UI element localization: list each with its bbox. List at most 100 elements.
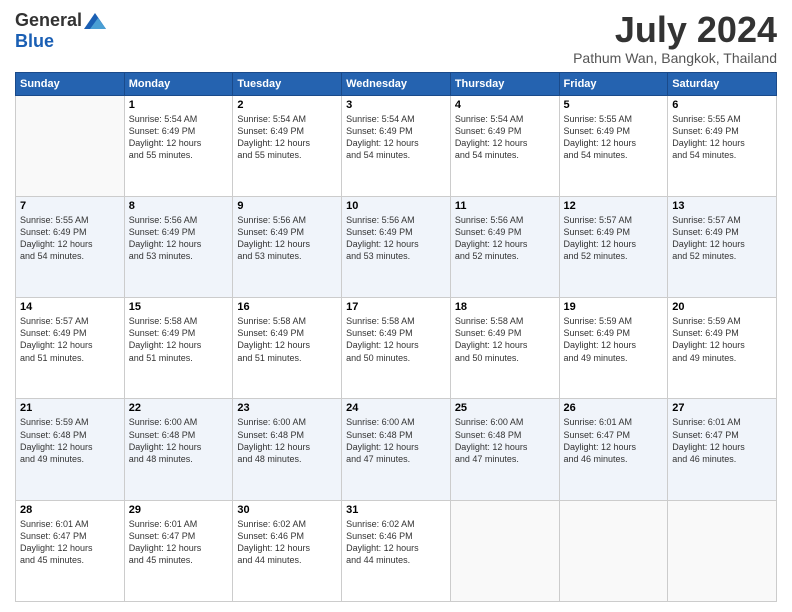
day-number: 29 bbox=[129, 504, 229, 516]
day-info: Sunrise: 5:57 AMSunset: 6:49 PMDaylight:… bbox=[20, 315, 120, 364]
day-info: Sunrise: 5:58 AMSunset: 6:49 PMDaylight:… bbox=[346, 315, 446, 364]
table-row: 6 Sunrise: 5:55 AMSunset: 6:49 PMDaylight… bbox=[668, 95, 777, 196]
day-number: 27 bbox=[672, 402, 772, 414]
day-number: 14 bbox=[20, 301, 120, 313]
day-info: Sunrise: 5:55 AMSunset: 6:49 PMDaylight:… bbox=[564, 113, 664, 162]
day-info: Sunrise: 5:57 AMSunset: 6:49 PMDaylight:… bbox=[564, 214, 664, 263]
day-info: Sunrise: 5:56 AMSunset: 6:49 PMDaylight:… bbox=[237, 214, 337, 263]
day-number: 1 bbox=[129, 99, 229, 111]
table-row: 7 Sunrise: 5:55 AMSunset: 6:49 PMDaylight… bbox=[16, 196, 125, 297]
table-row: 23Sunrise: 6:00 AMSunset: 6:48 PMDayligh… bbox=[233, 399, 342, 500]
day-number: 21 bbox=[20, 402, 120, 414]
day-number: 11 bbox=[455, 200, 555, 212]
calendar-week-row: 28Sunrise: 6:01 AMSunset: 6:47 PMDayligh… bbox=[16, 500, 777, 601]
table-row bbox=[450, 500, 559, 601]
day-number: 10 bbox=[346, 200, 446, 212]
table-row: 19 Sunrise: 5:59 AMSunset: 6:49 PMDayligh… bbox=[559, 298, 668, 399]
location: Pathum Wan, Bangkok, Thailand bbox=[573, 50, 777, 66]
table-row: 13Sunrise: 5:57 AMSunset: 6:49 PMDayligh… bbox=[668, 196, 777, 297]
table-row bbox=[559, 500, 668, 601]
day-info: Sunrise: 5:56 AMSunset: 6:49 PMDaylight:… bbox=[346, 214, 446, 263]
page: General Blue July 2024 Pathum Wan, Bangk… bbox=[0, 0, 792, 612]
col-saturday: Saturday bbox=[668, 72, 777, 95]
col-wednesday: Wednesday bbox=[342, 72, 451, 95]
calendar-header-row: Sunday Monday Tuesday Wednesday Thursday… bbox=[16, 72, 777, 95]
day-number: 18 bbox=[455, 301, 555, 313]
day-number: 2 bbox=[237, 99, 337, 111]
day-info: Sunrise: 6:01 AMSunset: 6:47 PMDaylight:… bbox=[564, 416, 664, 465]
day-number: 25 bbox=[455, 402, 555, 414]
header: General Blue July 2024 Pathum Wan, Bangk… bbox=[15, 10, 777, 66]
table-row: 11 Sunrise: 5:56 AMSunset: 6:49 PMDayligh… bbox=[450, 196, 559, 297]
table-row: 5 Sunrise: 5:55 AMSunset: 6:49 PMDaylight… bbox=[559, 95, 668, 196]
day-info: Sunrise: 5:59 AMSunset: 6:49 PMDaylight:… bbox=[672, 315, 772, 364]
day-info: Sunrise: 6:01 AMSunset: 6:47 PMDaylight:… bbox=[20, 518, 120, 567]
day-number: 23 bbox=[237, 402, 337, 414]
calendar-table: Sunday Monday Tuesday Wednesday Thursday… bbox=[15, 72, 777, 602]
table-row: 17 Sunrise: 5:58 AMSunset: 6:49 PMDayligh… bbox=[342, 298, 451, 399]
table-row: 2 Sunrise: 5:54 AMSunset: 6:49 PMDaylight… bbox=[233, 95, 342, 196]
table-row: 16 Sunrise: 5:58 AMSunset: 6:49 PMDayligh… bbox=[233, 298, 342, 399]
day-number: 24 bbox=[346, 402, 446, 414]
table-row bbox=[16, 95, 125, 196]
day-number: 6 bbox=[672, 99, 772, 111]
table-row: 18 Sunrise: 5:58 AMSunset: 6:49 PMDayligh… bbox=[450, 298, 559, 399]
day-number: 12 bbox=[564, 200, 664, 212]
table-row: 31 Sunrise: 6:02 AMSunset: 6:46 PMDayligh… bbox=[342, 500, 451, 601]
day-info: Sunrise: 6:01 AMSunset: 6:47 PMDaylight:… bbox=[672, 416, 772, 465]
day-info: Sunrise: 5:55 AMSunset: 6:49 PMDaylight:… bbox=[20, 214, 120, 263]
day-number: 5 bbox=[564, 99, 664, 111]
col-sunday: Sunday bbox=[16, 72, 125, 95]
title-section: July 2024 Pathum Wan, Bangkok, Thailand bbox=[573, 10, 777, 66]
day-number: 22 bbox=[129, 402, 229, 414]
table-row: 14 Sunrise: 5:57 AMSunset: 6:49 PMDayligh… bbox=[16, 298, 125, 399]
col-monday: Monday bbox=[124, 72, 233, 95]
day-number: 3 bbox=[346, 99, 446, 111]
day-info: Sunrise: 5:57 AMSunset: 6:49 PMDaylight:… bbox=[672, 214, 772, 263]
table-row: 3Sunrise: 5:54 AMSunset: 6:49 PMDaylight… bbox=[342, 95, 451, 196]
day-number: 16 bbox=[237, 301, 337, 313]
day-info: Sunrise: 6:00 AMSunset: 6:48 PMDaylight:… bbox=[346, 416, 446, 465]
day-info: Sunrise: 5:59 AMSunset: 6:49 PMDaylight:… bbox=[564, 315, 664, 364]
day-info: Sunrise: 6:01 AMSunset: 6:47 PMDaylight:… bbox=[129, 518, 229, 567]
day-number: 15 bbox=[129, 301, 229, 313]
day-info: Sunrise: 5:56 AMSunset: 6:49 PMDaylight:… bbox=[129, 214, 229, 263]
table-row: 10 Sunrise: 5:56 AMSunset: 6:49 PMDayligh… bbox=[342, 196, 451, 297]
calendar-week-row: 21 Sunrise: 5:59 AMSunset: 6:48 PMDayligh… bbox=[16, 399, 777, 500]
day-info: Sunrise: 6:02 AMSunset: 6:46 PMDaylight:… bbox=[346, 518, 446, 567]
day-number: 31 bbox=[346, 504, 446, 516]
col-thursday: Thursday bbox=[450, 72, 559, 95]
table-row: 29 Sunrise: 6:01 AMSunset: 6:47 PMDayligh… bbox=[124, 500, 233, 601]
table-row: 22Sunrise: 6:00 AMSunset: 6:48 PMDayligh… bbox=[124, 399, 233, 500]
day-number: 17 bbox=[346, 301, 446, 313]
day-info: Sunrise: 5:55 AMSunset: 6:49 PMDaylight:… bbox=[672, 113, 772, 162]
day-number: 7 bbox=[20, 200, 120, 212]
table-row: 24 Sunrise: 6:00 AMSunset: 6:48 PMDayligh… bbox=[342, 399, 451, 500]
calendar-week-row: 1 Sunrise: 5:54 AMSunset: 6:49 PMDaylight… bbox=[16, 95, 777, 196]
table-row: 12 Sunrise: 5:57 AMSunset: 6:49 PMDayligh… bbox=[559, 196, 668, 297]
table-row: 26Sunrise: 6:01 AMSunset: 6:47 PMDayligh… bbox=[559, 399, 668, 500]
logo-blue-text: Blue bbox=[15, 31, 54, 52]
day-number: 20 bbox=[672, 301, 772, 313]
col-tuesday: Tuesday bbox=[233, 72, 342, 95]
table-row: 15Sunrise: 5:58 AMSunset: 6:49 PMDayligh… bbox=[124, 298, 233, 399]
logo-icon bbox=[84, 13, 106, 29]
day-info: Sunrise: 6:02 AMSunset: 6:46 PMDaylight:… bbox=[237, 518, 337, 567]
day-number: 19 bbox=[564, 301, 664, 313]
table-row: 30Sunrise: 6:02 AMSunset: 6:46 PMDayligh… bbox=[233, 500, 342, 601]
table-row: 27 Sunrise: 6:01 AMSunset: 6:47 PMDayligh… bbox=[668, 399, 777, 500]
table-row: 20 Sunrise: 5:59 AMSunset: 6:49 PMDayligh… bbox=[668, 298, 777, 399]
day-info: Sunrise: 5:59 AMSunset: 6:48 PMDaylight:… bbox=[20, 416, 120, 465]
day-info: Sunrise: 5:56 AMSunset: 6:49 PMDaylight:… bbox=[455, 214, 555, 263]
month-year: July 2024 bbox=[573, 10, 777, 50]
day-info: Sunrise: 5:58 AMSunset: 6:49 PMDaylight:… bbox=[237, 315, 337, 364]
table-row: 25Sunrise: 6:00 AMSunset: 6:48 PMDayligh… bbox=[450, 399, 559, 500]
day-info: Sunrise: 5:54 AMSunset: 6:49 PMDaylight:… bbox=[455, 113, 555, 162]
table-row: 1Sunrise: 5:54 AMSunset: 6:49 PMDaylight… bbox=[124, 95, 233, 196]
table-row: 8 Sunrise: 5:56 AMSunset: 6:49 PMDaylight… bbox=[124, 196, 233, 297]
day-info: Sunrise: 5:58 AMSunset: 6:49 PMDaylight:… bbox=[455, 315, 555, 364]
day-info: Sunrise: 5:54 AMSunset: 6:49 PMDaylight:… bbox=[237, 113, 337, 162]
day-number: 8 bbox=[129, 200, 229, 212]
day-number: 4 bbox=[455, 99, 555, 111]
table-row: 28Sunrise: 6:01 AMSunset: 6:47 PMDayligh… bbox=[16, 500, 125, 601]
